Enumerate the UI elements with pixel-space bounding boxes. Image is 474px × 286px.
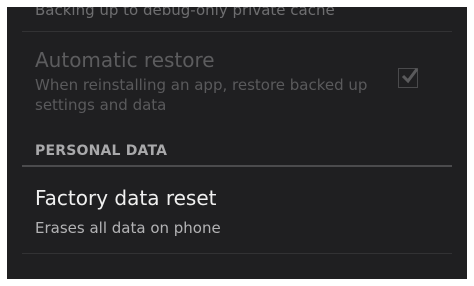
section-divider bbox=[22, 165, 452, 167]
factory-data-reset-item[interactable]: Factory data reset Erases all data on ph… bbox=[7, 168, 467, 253]
automatic-restore-title: Automatic restore bbox=[35, 48, 215, 72]
checkmark-icon bbox=[401, 68, 419, 84]
backup-account-summary: Backing up to debug-only private cache bbox=[35, 7, 335, 19]
factory-data-reset-summary: Erases all data on phone bbox=[35, 219, 221, 237]
personal-data-header: PERSONAL DATA bbox=[35, 143, 168, 159]
automatic-restore-summary: When reinstalling an app, restore backed… bbox=[35, 76, 368, 114]
automatic-restore-checkbox[interactable] bbox=[398, 68, 419, 88]
list-divider bbox=[22, 31, 452, 32]
list-divider bbox=[22, 253, 452, 254]
settings-list: Backing up to debug-only private cache A… bbox=[7, 7, 467, 279]
factory-data-reset-title: Factory data reset bbox=[35, 186, 217, 210]
